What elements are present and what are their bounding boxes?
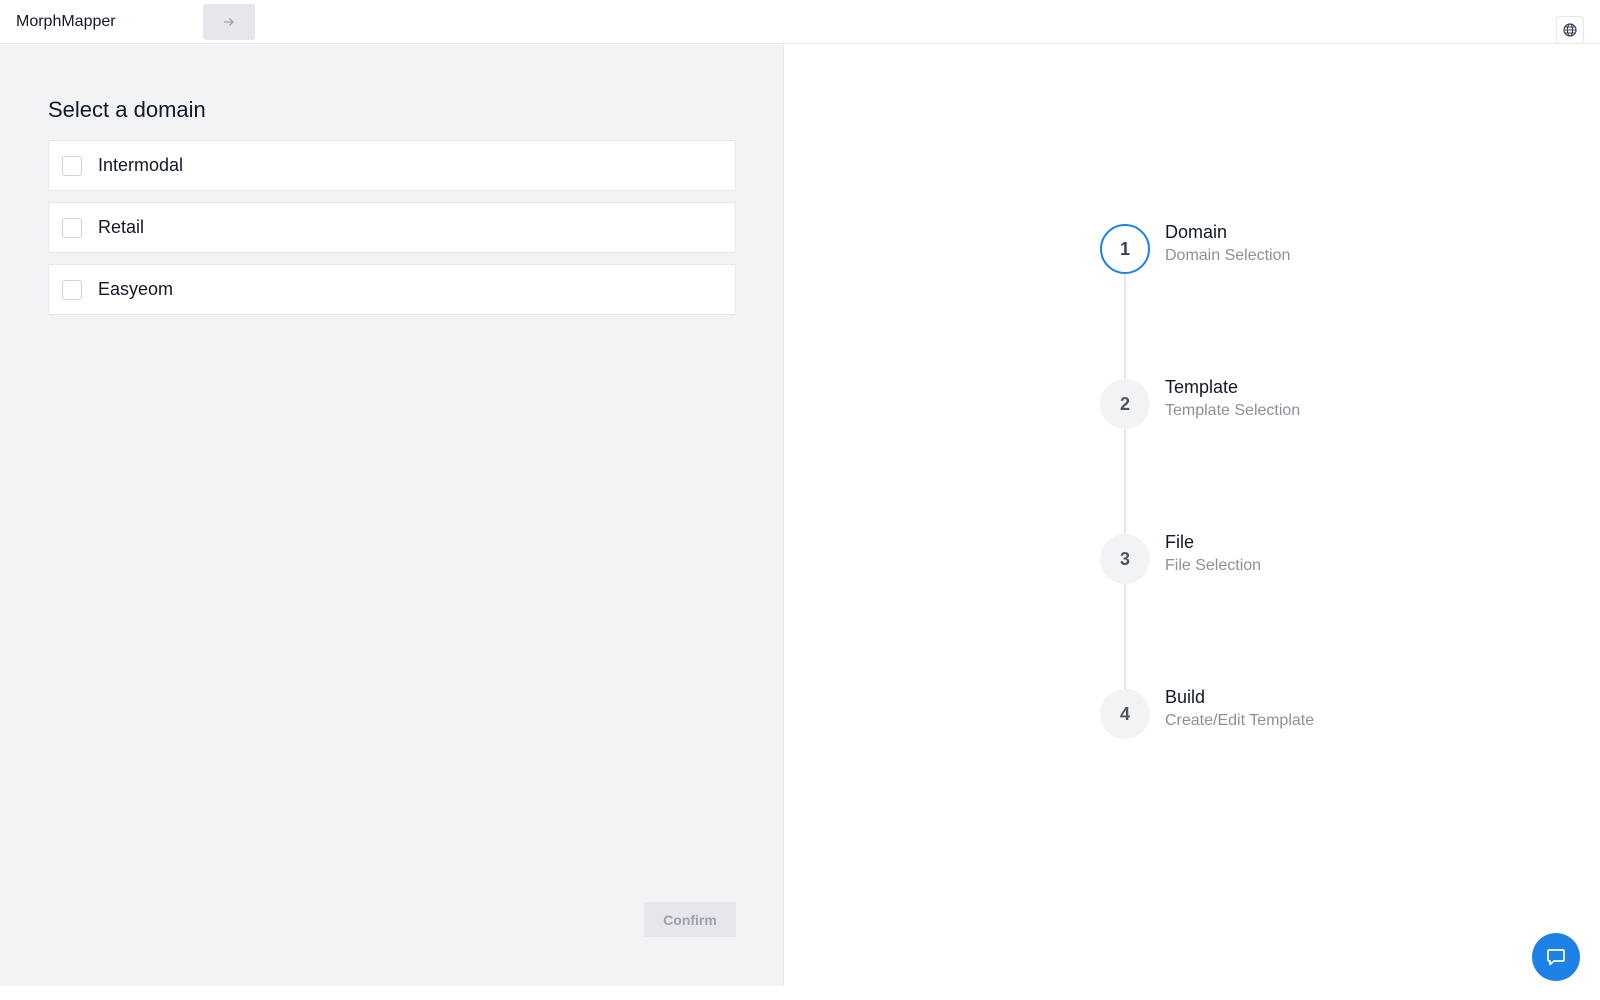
- step-number: 2: [1100, 379, 1150, 429]
- step-title: File: [1165, 532, 1195, 552]
- step-subtitle: Template Selection: [1165, 402, 1301, 419]
- step-number: 4: [1100, 689, 1150, 739]
- next-button[interactable]: [203, 4, 255, 40]
- step-title: Build: [1165, 687, 1206, 707]
- domain-option-retail[interactable]: Retail: [48, 202, 736, 253]
- domain-checkbox[interactable]: [62, 155, 82, 176]
- step-connector: [1124, 274, 1126, 379]
- globe-icon: [1563, 23, 1577, 37]
- step-title: Domain: [1165, 222, 1228, 242]
- progress-stepper: 1 Domain Domain Selection 2 Template Tem…: [1100, 222, 1440, 744]
- domain-option-intermodal[interactable]: Intermodal: [48, 140, 736, 191]
- domain-checkbox[interactable]: [62, 217, 82, 238]
- step-template: 2 Template Template Selection: [1100, 377, 1440, 429]
- step-connector: [1124, 584, 1126, 689]
- app-title: MorphMapper: [16, 13, 116, 30]
- domain-option-label: Retail: [98, 217, 145, 237]
- step-connector: [1124, 429, 1126, 534]
- domain-checkbox[interactable]: [62, 279, 82, 300]
- confirm-button[interactable]: Confirm: [644, 902, 736, 937]
- step-subtitle: Create/Edit Template: [1165, 712, 1315, 729]
- step-subtitle: File Selection: [1165, 557, 1262, 574]
- step-title: Template: [1165, 377, 1239, 397]
- domain-option-label: Intermodal: [98, 155, 184, 175]
- step-build: 4 Build Create/Edit Template: [1100, 687, 1440, 739]
- chat-bubble-icon: [1547, 949, 1565, 966]
- domain-option-label: Easyeom: [98, 279, 174, 299]
- language-button[interactable]: [1556, 16, 1584, 44]
- domain-selection-panel: Select a domain Intermodal Retail Easyeo…: [0, 45, 784, 986]
- arrow-right-icon: [224, 18, 234, 26]
- step-number: 1: [1100, 224, 1150, 274]
- domain-option-easyeom[interactable]: Easyeom: [48, 264, 736, 315]
- step-file: 3 File File Selection: [1100, 532, 1440, 584]
- chat-button[interactable]: [1532, 933, 1580, 981]
- panel-heading: Select a domain: [48, 97, 206, 122]
- step-subtitle: Domain Selection: [1165, 247, 1291, 264]
- step-number: 3: [1100, 534, 1150, 584]
- top-bar: MorphMapper: [0, 0, 1600, 44]
- step-domain: 1 Domain Domain Selection: [1100, 222, 1440, 274]
